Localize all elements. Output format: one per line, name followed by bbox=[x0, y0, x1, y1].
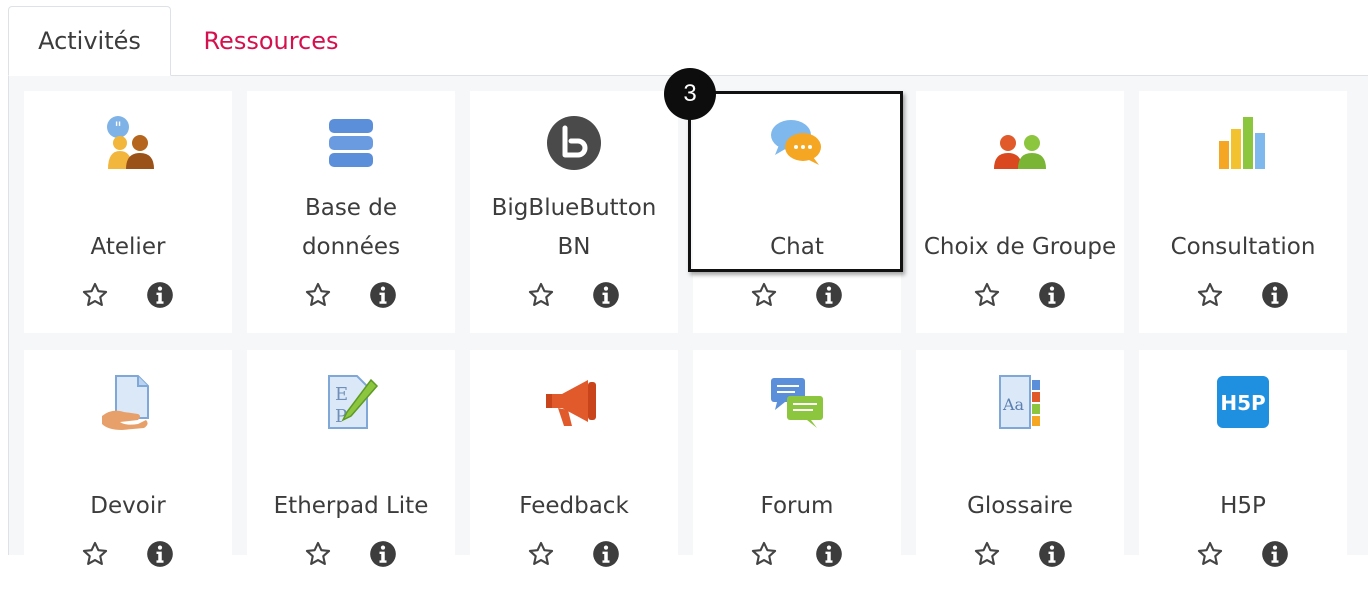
activity-chooser-tabs: Activités Ressources bbox=[8, 0, 1370, 76]
module-card-base-de-donnees[interactable]: Base de données bbox=[247, 91, 455, 333]
info-icon[interactable] bbox=[815, 540, 843, 568]
module-label: Consultation bbox=[1170, 234, 1316, 260]
module-card-chat[interactable]: Chat bbox=[693, 91, 901, 333]
assignment-icon bbox=[98, 372, 158, 432]
step-number-badge: 3 bbox=[664, 68, 716, 120]
info-icon[interactable] bbox=[1261, 540, 1289, 568]
module-card-atelier[interactable]: " Atelier bbox=[24, 91, 232, 333]
module-card-choix-de-groupe[interactable]: Choix de Groupe bbox=[916, 91, 1124, 333]
module-label: Choix de Groupe bbox=[923, 234, 1117, 260]
glossary-icon: Aa bbox=[990, 372, 1050, 432]
module-label: Atelier bbox=[90, 234, 166, 260]
survey-chart-icon bbox=[1213, 113, 1273, 173]
star-icon[interactable] bbox=[81, 540, 109, 568]
star-icon[interactable] bbox=[1196, 540, 1224, 568]
module-label: Glossaire bbox=[967, 493, 1073, 519]
chat-icon bbox=[767, 113, 827, 173]
svg-text:": " bbox=[114, 118, 121, 137]
module-label: Base de données bbox=[301, 195, 401, 260]
module-label: Devoir bbox=[90, 493, 166, 519]
module-card-devoir[interactable]: Devoir bbox=[24, 350, 232, 592]
svg-text:Aa: Aa bbox=[1002, 395, 1025, 414]
star-icon[interactable] bbox=[973, 540, 1001, 568]
etherpad-icon: E P bbox=[321, 372, 381, 432]
module-label: Etherpad Lite bbox=[273, 493, 429, 519]
module-card-h5p[interactable]: H5P H5P bbox=[1139, 350, 1347, 592]
info-icon[interactable] bbox=[369, 540, 397, 568]
svg-text:E: E bbox=[335, 384, 348, 405]
star-icon[interactable] bbox=[304, 540, 332, 568]
info-icon[interactable] bbox=[369, 281, 397, 309]
group-choice-icon bbox=[990, 113, 1050, 173]
module-label: Feedback bbox=[519, 493, 629, 519]
star-icon[interactable] bbox=[304, 281, 332, 309]
database-icon bbox=[321, 113, 381, 173]
info-icon[interactable] bbox=[592, 540, 620, 568]
h5p-icon: H5P bbox=[1213, 372, 1273, 432]
star-icon[interactable] bbox=[973, 281, 1001, 309]
star-icon[interactable] bbox=[750, 281, 778, 309]
info-icon[interactable] bbox=[1038, 281, 1066, 309]
star-icon[interactable] bbox=[527, 540, 555, 568]
module-label: Chat bbox=[770, 234, 824, 260]
module-card-etherpad-lite[interactable]: E P Etherpad Lite bbox=[247, 350, 455, 592]
workshop-icon: " bbox=[98, 113, 158, 173]
module-card-feedback[interactable]: Feedback bbox=[470, 350, 678, 592]
star-icon[interactable] bbox=[81, 281, 109, 309]
module-label: H5P bbox=[1220, 493, 1266, 519]
svg-text:H5P: H5P bbox=[1220, 391, 1265, 415]
star-icon[interactable] bbox=[750, 540, 778, 568]
star-icon[interactable] bbox=[1196, 281, 1224, 309]
module-label: Forum bbox=[760, 493, 834, 519]
info-icon[interactable] bbox=[815, 281, 843, 309]
info-icon[interactable] bbox=[592, 281, 620, 309]
info-icon[interactable] bbox=[1261, 281, 1289, 309]
star-icon[interactable] bbox=[527, 281, 555, 309]
megaphone-icon bbox=[544, 372, 604, 432]
module-card-forum[interactable]: Forum bbox=[693, 350, 901, 592]
module-card-bigbluebutton[interactable]: BigBlueButton BN bbox=[470, 91, 678, 333]
tab-ressources[interactable]: Ressources bbox=[186, 6, 356, 76]
forum-icon bbox=[767, 372, 827, 432]
module-card-consultation[interactable]: Consultation bbox=[1139, 91, 1347, 333]
info-icon[interactable] bbox=[146, 281, 174, 309]
bigbluebutton-icon bbox=[544, 113, 604, 173]
info-icon[interactable] bbox=[1038, 540, 1066, 568]
module-card-glossaire[interactable]: Aa Glossaire bbox=[916, 350, 1124, 592]
tab-activites[interactable]: Activités bbox=[8, 6, 171, 76]
module-label: BigBlueButton BN bbox=[491, 195, 657, 260]
info-icon[interactable] bbox=[146, 540, 174, 568]
